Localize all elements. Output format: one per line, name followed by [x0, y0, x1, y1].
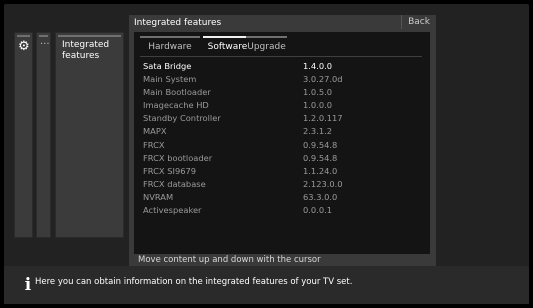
feature-name: FRCX bootloader	[143, 152, 213, 163]
panel-title: Integrated features	[134, 18, 222, 28]
list-item[interactable]: FRCX SI9679 1.1.24.0	[134, 165, 430, 178]
integrated-features-panel: Integrated features Back Hardware Softwa…	[129, 15, 436, 266]
list-item[interactable]: Standby Controller 1.2.0.117	[134, 112, 430, 125]
list-item[interactable]: Sata Bridge 1.4.0.0	[134, 60, 430, 73]
list-item[interactable]: FRCX 0.9.54.8	[134, 139, 430, 152]
feature-name: MAPX	[143, 126, 167, 137]
feature-version: 3.0.27.0d	[303, 74, 343, 85]
list-item[interactable]: FRCX database 2.123.0.0	[134, 178, 430, 191]
navigation-hint: Move content up and down with the cursor	[129, 254, 436, 266]
tab-label: Hardware	[148, 42, 192, 52]
menu-column-settings[interactable]: ⚙	[14, 32, 33, 238]
list-item[interactable]: Activespeaker 0.0.0.1	[134, 204, 430, 217]
feature-list[interactable]: Sata Bridge 1.4.0.0 Main System 3.0.27.0…	[134, 60, 430, 217]
list-item[interactable]: FRCX bootloader 0.9.54.8	[134, 152, 430, 165]
list-item[interactable]: Imagecache HD 1.0.0.0	[134, 99, 430, 112]
feature-version: 1.1.24.0	[303, 165, 338, 176]
feature-name: Standby Controller	[143, 113, 221, 124]
feature-version: 2.3.1.2	[303, 126, 333, 137]
menu-column-more[interactable]: ···	[36, 32, 51, 238]
tab-divider	[140, 56, 422, 57]
feature-name: Imagecache HD	[143, 100, 209, 111]
list-item[interactable]: MAPX 2.3.1.2	[134, 125, 430, 138]
feature-name: FRCX	[143, 139, 165, 150]
tab-hardware[interactable]: Hardware	[140, 36, 200, 54]
feature-name: Activespeaker	[143, 205, 202, 216]
column-indicator	[17, 35, 30, 37]
back-button[interactable]: Back	[401, 15, 436, 29]
column-indicator	[58, 35, 121, 37]
feature-name: Main System	[143, 74, 197, 85]
feature-name: FRCX database	[143, 178, 206, 189]
hint-text: Move content up and down with the cursor	[138, 255, 321, 265]
tab-software[interactable]: Software	[203, 36, 252, 54]
menu-item-integrated-features[interactable]: Integrated features	[55, 32, 124, 238]
feature-version: 1.0.5.0	[303, 87, 333, 98]
info-icon: i	[24, 275, 32, 295]
feature-version: 1.2.0.117	[303, 113, 343, 124]
list-item[interactable]: Main System 3.0.27.0d	[134, 73, 430, 86]
features-content[interactable]: Hardware Software Upgrade Sata Bridge 1.…	[134, 32, 430, 254]
feature-version: 63.3.0.0	[303, 191, 338, 202]
tab-upgrade[interactable]: Upgrade	[246, 36, 287, 54]
gear-icon: ⚙	[18, 39, 30, 54]
feature-version: 0.0.0.1	[303, 205, 333, 216]
feature-version: 0.9.54.8	[303, 152, 338, 163]
feature-name: Sata Bridge	[143, 61, 192, 71]
feature-version: 1.4.0.0	[303, 61, 333, 71]
more-dots: ···	[40, 39, 50, 50]
tab-label: Software	[207, 42, 248, 52]
feature-name: NVRAM	[143, 191, 174, 202]
feature-name: Main Bootloader	[143, 87, 211, 98]
list-item[interactable]: NVRAM 63.3.0.0	[134, 191, 430, 204]
feature-name: FRCX SI9679	[143, 165, 197, 176]
tab-label: Upgrade	[247, 42, 286, 52]
info-bar: i Here you can obtain information on the…	[4, 266, 529, 304]
column-indicator	[39, 35, 48, 37]
list-item[interactable]: Main Bootloader 1.0.5.0	[134, 86, 430, 99]
feature-version: 1.0.0.0	[303, 100, 333, 111]
info-text: Here you can obtain information on the i…	[35, 277, 353, 287]
feature-version: 0.9.54.8	[303, 139, 338, 150]
feature-version: 2.123.0.0	[303, 178, 343, 189]
menu-item-label: Integrated features	[62, 40, 110, 61]
